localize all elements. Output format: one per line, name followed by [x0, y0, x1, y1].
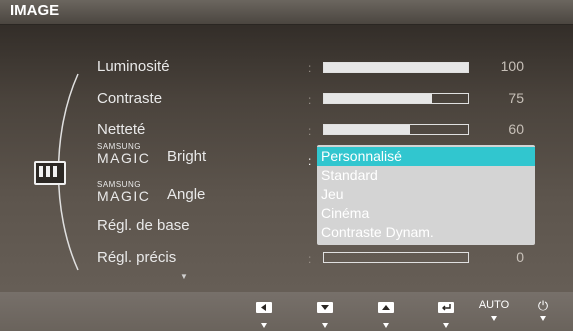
chevron-down-icon: [322, 323, 328, 328]
auto-button[interactable]: AUTO: [478, 300, 510, 321]
regl-precis-bar: [323, 252, 469, 263]
up-button[interactable]: [375, 300, 397, 328]
left-arrow-icon: [256, 302, 272, 313]
separator: :: [308, 252, 312, 266]
menu-item-regl-precis[interactable]: Régl. précis: [97, 249, 176, 266]
separator: :: [308, 124, 312, 138]
down-button[interactable]: [314, 300, 336, 328]
contraste-bar: [323, 93, 469, 104]
power-button[interactable]: ⏻: [532, 298, 554, 321]
dropdown-option[interactable]: Standard: [317, 166, 535, 185]
chevron-down-icon: [261, 323, 267, 328]
nettete-bar: [323, 124, 469, 135]
magic-wordmark: MAGIC: [97, 150, 151, 166]
osd-menu: IMAGE Luminosité : 100 Contraste : 75 Ne…: [0, 0, 573, 331]
scroll-down-icon[interactable]: ▼: [180, 272, 188, 281]
dropdown-option[interactable]: Personnalisé: [317, 147, 535, 166]
down-arrow-icon: [317, 302, 333, 313]
menu-item-nettete[interactable]: Netteté: [97, 121, 145, 138]
separator: :: [308, 93, 312, 107]
separator: :: [308, 61, 312, 75]
picture-category-icon: [34, 161, 66, 185]
nettete-bar-fill: [324, 125, 411, 134]
chevron-down-icon: [540, 316, 546, 321]
dropdown-option[interactable]: Cinéma: [317, 204, 535, 223]
magic-bright-label: Bright: [167, 148, 207, 165]
magic-bright-dropdown[interactable]: Personnalisé Standard Jeu Cinéma Contras…: [317, 145, 535, 245]
contraste-value: 75: [508, 90, 524, 106]
chevron-down-icon: [383, 323, 389, 328]
dropdown-option[interactable]: Contraste Dynam.: [317, 223, 535, 242]
osd-header: IMAGE: [0, 0, 573, 25]
magic-angle-label: Angle: [167, 186, 206, 203]
enter-button[interactable]: [435, 300, 457, 328]
menu-title: IMAGE: [10, 2, 60, 19]
left-button[interactable]: [253, 300, 275, 328]
regl-precis-value: 0: [516, 249, 524, 265]
magic-wordmark: MAGIC: [97, 188, 151, 204]
dropdown-option[interactable]: Jeu: [317, 185, 535, 204]
luminosite-value: 100: [500, 58, 524, 74]
menu-item-luminosite[interactable]: Luminosité: [97, 58, 170, 75]
enter-icon: [438, 302, 454, 313]
menu-item-contraste[interactable]: Contraste: [97, 90, 162, 107]
contraste-bar-fill: [324, 94, 432, 103]
auto-label: AUTO: [478, 299, 510, 311]
power-icon: ⏻: [537, 298, 549, 313]
menu-item-regl-de-base[interactable]: Régl. de base: [97, 217, 190, 234]
separator: :: [308, 154, 312, 168]
up-arrow-icon: [378, 302, 394, 313]
luminosite-bar-fill: [324, 63, 468, 72]
chevron-down-icon: [491, 316, 497, 321]
nettete-value: 60: [508, 121, 524, 137]
luminosite-bar: [323, 62, 469, 73]
chevron-down-icon: [443, 323, 449, 328]
